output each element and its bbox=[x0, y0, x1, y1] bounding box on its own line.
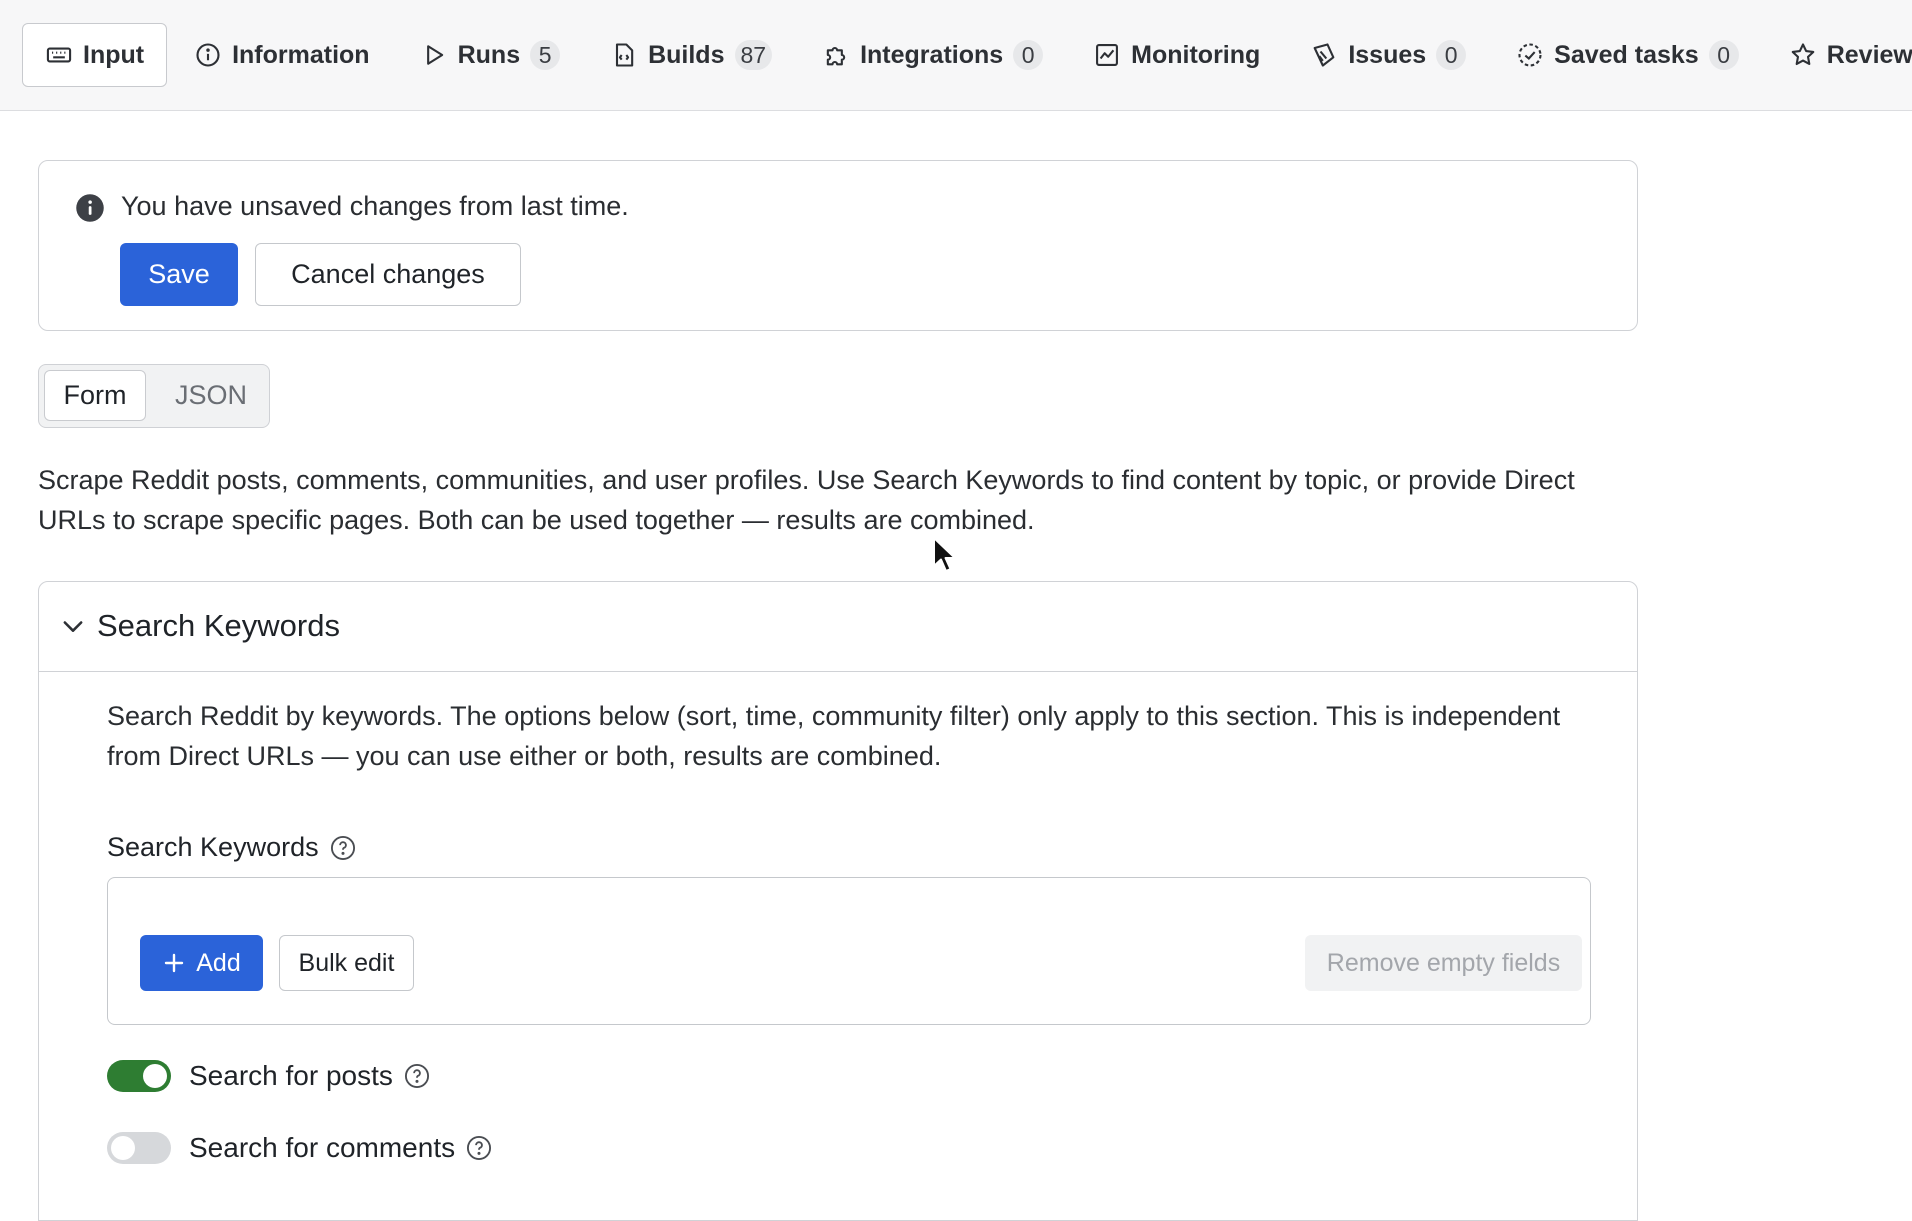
help-icon[interactable] bbox=[329, 834, 357, 862]
tab-runs[interactable]: Runs 5 bbox=[397, 23, 584, 87]
search-posts-toggle[interactable] bbox=[107, 1060, 171, 1092]
info-icon bbox=[194, 41, 222, 69]
tab-label: Builds bbox=[648, 40, 725, 69]
tab-label: Information bbox=[232, 40, 370, 69]
keyboard-icon bbox=[45, 41, 73, 69]
bulk-edit-button[interactable]: Bulk edit bbox=[279, 935, 414, 991]
runs-count-badge: 5 bbox=[530, 40, 561, 70]
saved-tasks-count-badge: 0 bbox=[1708, 40, 1739, 70]
tab-label: Input bbox=[83, 40, 145, 69]
chevron-down-icon[interactable] bbox=[59, 612, 87, 640]
search-keywords-input-group: Add Bulk edit Remove empty fields bbox=[107, 877, 1591, 1025]
notice-message: You have unsaved changes from last time. bbox=[121, 191, 629, 221]
chart-icon bbox=[1093, 41, 1121, 69]
help-icon[interactable] bbox=[465, 1134, 493, 1162]
section-title: Search Keywords bbox=[97, 608, 340, 643]
tab-label: Reviews bbox=[1826, 40, 1912, 69]
remove-empty-fields-button[interactable]: Remove empty fields bbox=[1305, 935, 1582, 991]
tab-reviews[interactable]: Reviews bbox=[1766, 23, 1912, 87]
add-label: Add bbox=[196, 948, 241, 977]
actor-description: Scrape Reddit posts, comments, communiti… bbox=[38, 465, 1575, 535]
search-posts-label: Search for posts bbox=[189, 1060, 393, 1091]
search-keywords-field-label: Search Keywords bbox=[107, 832, 357, 863]
tab-input[interactable]: Input bbox=[22, 23, 168, 87]
help-icon[interactable] bbox=[403, 1062, 431, 1090]
play-icon bbox=[420, 41, 448, 69]
tab-label: Monitoring bbox=[1131, 40, 1261, 69]
tab-information[interactable]: Information bbox=[171, 23, 393, 87]
field-label-text: Search Keywords bbox=[107, 832, 319, 862]
issues-count-badge: 0 bbox=[1436, 40, 1467, 70]
tab-issues[interactable]: Issues 0 bbox=[1287, 23, 1489, 87]
cancel-changes-button[interactable]: Cancel changes bbox=[255, 243, 521, 306]
tab-label: Issues bbox=[1348, 40, 1427, 69]
add-keyword-button[interactable]: Add bbox=[140, 935, 263, 991]
tab-monitoring[interactable]: Monitoring bbox=[1070, 23, 1283, 87]
view-mode-toggle: Form JSON bbox=[38, 364, 270, 428]
file-code-icon bbox=[610, 41, 638, 69]
tab-saved-tasks[interactable]: Saved tasks 0 bbox=[1493, 23, 1762, 87]
section-description: Search Reddit by keywords. The options b… bbox=[107, 701, 1561, 771]
search-comments-toggle[interactable] bbox=[107, 1132, 171, 1164]
mouse-cursor-icon bbox=[932, 536, 958, 574]
tab-bar: Input Information Runs 5 Builds 87 Integ… bbox=[0, 0, 1912, 111]
builds-count-badge: 87 bbox=[734, 40, 773, 70]
unsaved-changes-notice: You have unsaved changes from last time.… bbox=[38, 160, 1638, 331]
search-posts-row: Search for posts bbox=[107, 1060, 431, 1092]
puzzle-icon bbox=[822, 41, 850, 69]
plus-icon bbox=[162, 951, 186, 975]
search-keywords-section: Search Keywords Search Reddit by keyword… bbox=[38, 581, 1638, 1221]
star-icon bbox=[1789, 41, 1817, 69]
json-view-button[interactable]: JSON bbox=[161, 370, 261, 421]
section-header[interactable]: Search Keywords bbox=[39, 582, 1637, 672]
task-check-icon bbox=[1516, 41, 1544, 69]
tab-builds[interactable]: Builds 87 bbox=[587, 23, 795, 87]
save-button[interactable]: Save bbox=[120, 243, 238, 306]
bug-icon bbox=[1310, 41, 1338, 69]
search-comments-label: Search for comments bbox=[189, 1132, 456, 1163]
integrations-count-badge: 0 bbox=[1013, 40, 1044, 70]
info-filled-icon bbox=[75, 193, 105, 223]
search-comments-row: Search for comments bbox=[107, 1132, 493, 1164]
tab-label: Integrations bbox=[860, 40, 1004, 69]
tab-label: Saved tasks bbox=[1554, 40, 1699, 69]
form-view-button[interactable]: Form bbox=[44, 370, 146, 421]
tab-integrations[interactable]: Integrations 0 bbox=[799, 23, 1066, 87]
tab-label: Runs bbox=[457, 40, 521, 69]
